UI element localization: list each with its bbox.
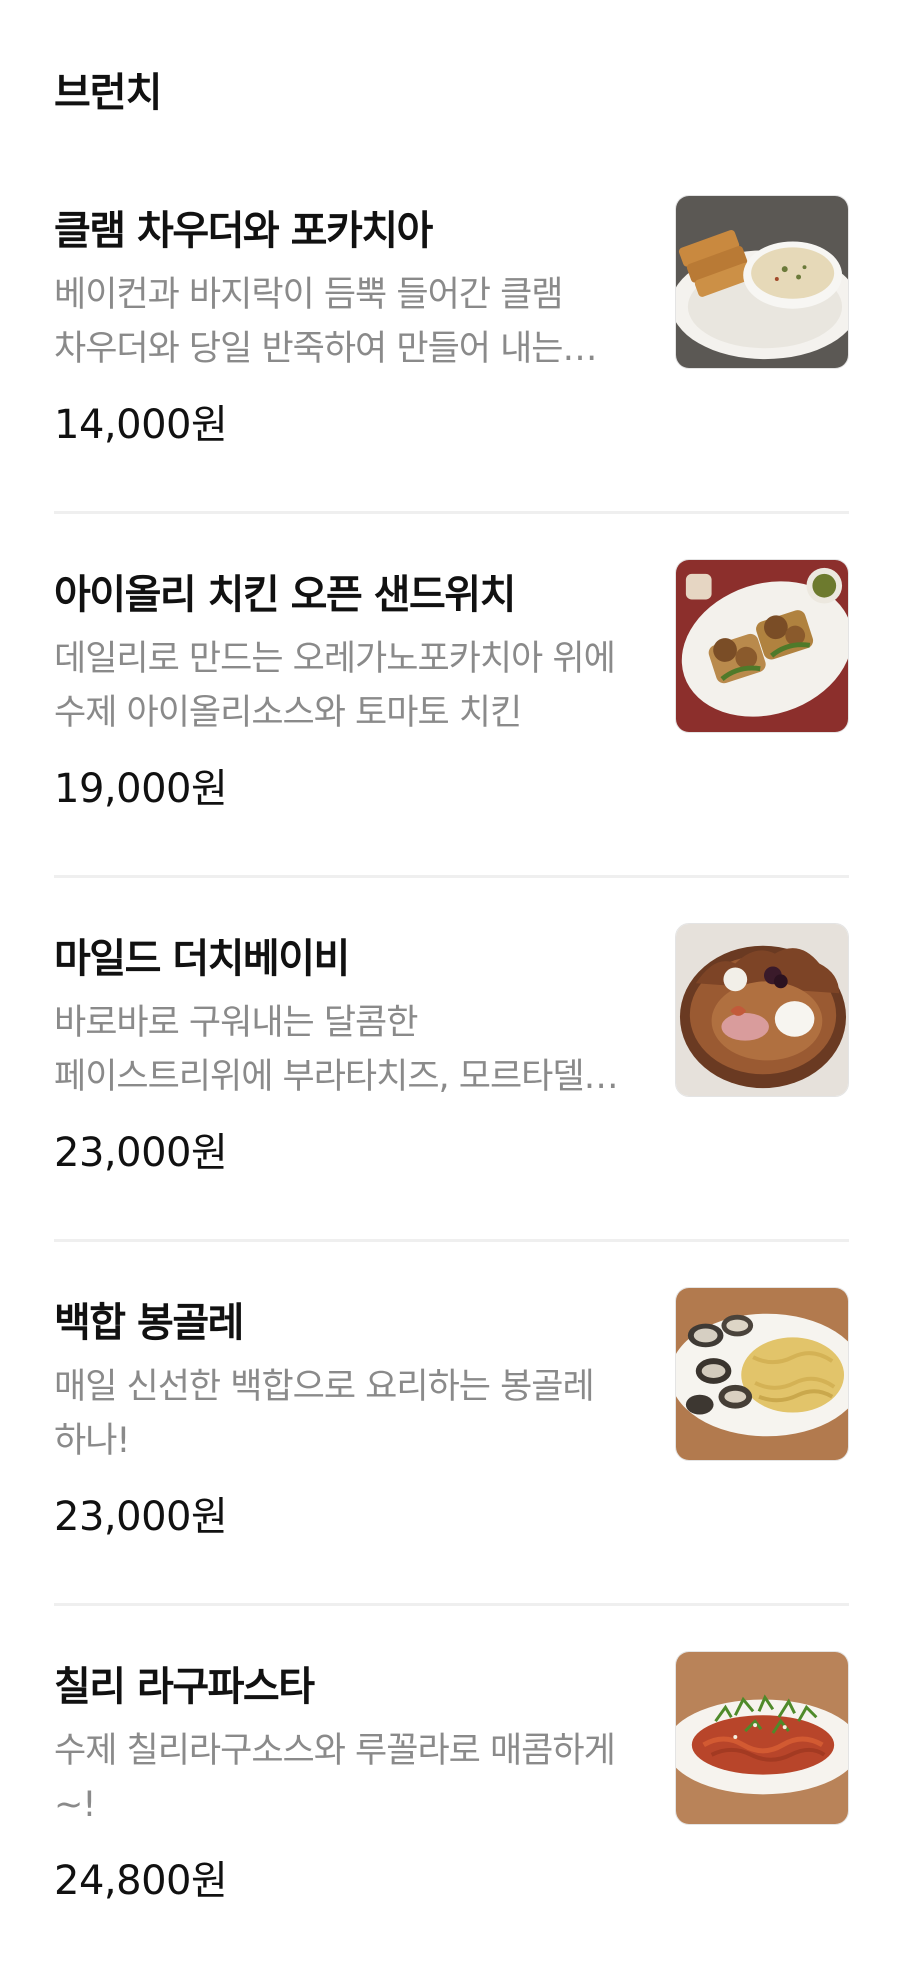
menu-item-price: 19,000원 [54, 766, 228, 812]
menu-item-name: 클램 차우더와 포카치아 [54, 208, 433, 254]
menu-item-description: 매일 신선한 백합으로 요리하는 봉골레 하나! [54, 1367, 595, 1461]
section-title: 브런치 [54, 70, 162, 116]
menu-item-price: 23,000원 [54, 1494, 228, 1540]
menu-item-name: 마일드 더치베이비 [54, 936, 350, 982]
menu-item-aioli-chicken-sandwich[interactable]: 아이올리 치킨 오픈 샌드위치 데일리로 만드는 오레가노포카치아 위에 수제 … [0, 514, 900, 878]
menu-item-name: 아이올리 치킨 오픈 샌드위치 [54, 572, 516, 618]
menu-item-description: 수제 칠리라구소스와 루꼴라로 매콤하게~! [54, 1731, 616, 1825]
menu-item-clam-vongole[interactable]: 백합 봉골레 매일 신선한 백합으로 요리하는 봉골레 하나! 23,000원 [0, 1242, 900, 1606]
menu-item-description: 데일리로 만드는 오레가노포카치아 위에 수제 아이올리소스와 토마토 치킨 [54, 639, 616, 733]
menu-item-description: 베이컨과 바지락이 듬뿍 들어간 클램 차우더와 당일 반죽하여 만들어 내는 … [54, 275, 564, 369]
menu-item-clam-chowder[interactable]: 클램 차우더와 포카치아 베이컨과 바지락이 듬뿍 들어간 클램 차우더와 당일… [0, 150, 900, 514]
menu-item-description: 바로바로 구워내는 달콤한 페이스트리위에 부라타치즈, 모르타델라, 무화과 [54, 1003, 626, 1097]
chili-ragu-pasta-photo[interactable] [675, 1651, 849, 1825]
vongole-photo[interactable] [675, 1287, 849, 1461]
menu-list: 클램 차우더와 포카치아 베이컨과 바지락이 듬뿍 들어간 클램 차우더와 당일… [0, 150, 900, 1970]
menu-item-price: 23,000원 [54, 1130, 228, 1176]
dutch-baby-photo[interactable] [675, 923, 849, 1097]
menu-item-dutch-baby[interactable]: 마일드 더치베이비 바로바로 구워내는 달콤한 페이스트리위에 부라타치즈, 모… [0, 878, 900, 1242]
clam-chowder-photo[interactable] [675, 195, 849, 369]
menu-item-name: 백합 봉골레 [54, 1300, 244, 1346]
chicken-sandwich-photo[interactable] [675, 559, 849, 733]
menu-item-name: 칠리 라구파스타 [54, 1664, 315, 1710]
menu-item-price: 24,800원 [54, 1858, 228, 1904]
menu-item-price: 14,000원 [54, 402, 228, 448]
menu-item-chili-ragu-pasta[interactable]: 칠리 라구파스타 수제 칠리라구소스와 루꼴라로 매콤하게~! 24,800원 [0, 1606, 900, 1970]
